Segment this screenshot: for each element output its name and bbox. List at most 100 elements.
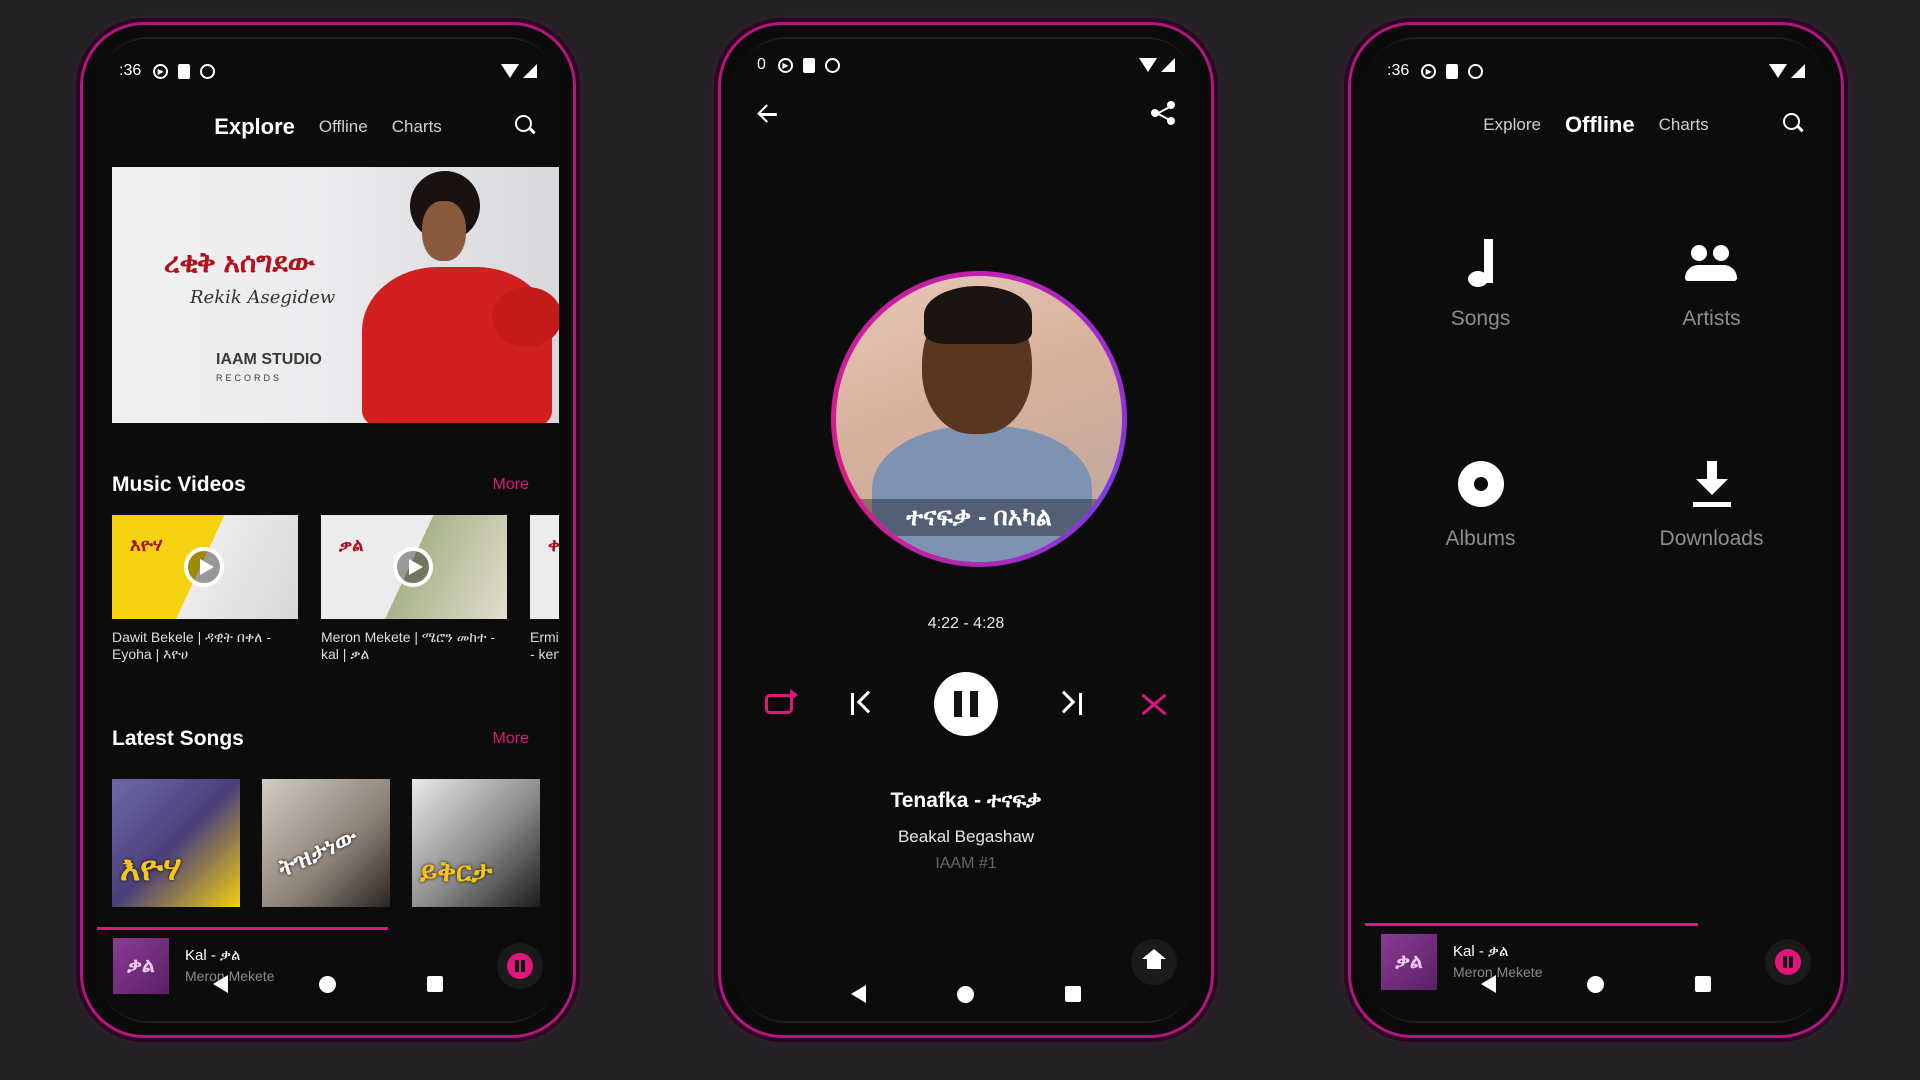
sd-card-icon: [178, 63, 191, 79]
music-videos-list: እዮሃ Dawit Bekele | ዳዊት በቀለ - Eyoha | እዮሀ…: [112, 515, 559, 665]
video-caption: Dawit Bekele | ዳዊት በቀለ - Eyoha | እዮሀ: [112, 629, 272, 662]
latest-songs-header: Latest Songs More: [112, 727, 529, 751]
album-artwork: ተናፍቃ - በአካል: [831, 271, 1127, 567]
back-nav-icon[interactable]: [850, 985, 866, 1003]
sd-card-icon: [802, 57, 815, 73]
song-card[interactable]: ትዝታነው: [262, 779, 390, 907]
shuffle-icon[interactable]: [1139, 691, 1167, 717]
song-card[interactable]: እዮሃ: [112, 779, 240, 907]
mini-player-progress: [97, 927, 389, 930]
song-cover-text: ትዝታነው: [274, 822, 362, 883]
home-nav-icon[interactable]: [956, 985, 974, 1003]
tab-offline[interactable]: Offline: [1565, 112, 1635, 138]
sync-status-icon: [200, 63, 216, 79]
recents-nav-icon[interactable]: [427, 976, 444, 992]
tile-label: Downloads: [1659, 527, 1764, 550]
track-album: IAAM #1: [935, 855, 997, 872]
system-nav-bar: [1365, 969, 1827, 999]
video-card[interactable]: እዮሃ Dawit Bekele | ዳዊት በቀለ - Eyoha | እዮሀ: [112, 515, 298, 665]
status-time: 0: [757, 56, 766, 73]
track-artist: Beakal Begashaw: [897, 827, 1035, 846]
back-arrow-icon[interactable]: [757, 103, 779, 125]
phone-player: 0 ▶ ተናፍቃ - በአካል 4:22 - 4:28 Tenafka - ተና…: [718, 22, 1214, 1038]
recents-nav-icon[interactable]: [1695, 976, 1712, 992]
tile-label: Albums: [1445, 527, 1516, 550]
thumbnail-text: ቃል: [339, 535, 364, 555]
tab-charts[interactable]: Charts: [392, 117, 442, 137]
video-card[interactable]: ቀና Ermia - kena: [530, 515, 559, 665]
signal-icon: [1791, 64, 1805, 78]
play-status-icon: ▶: [777, 57, 793, 73]
play-status-icon: ▶: [153, 63, 169, 79]
play-icon[interactable]: [393, 547, 433, 587]
track-title: Tenafka - ተናፍቃ: [890, 789, 1042, 812]
albums-tile[interactable]: Albums: [1365, 459, 1596, 551]
video-thumbnail: ቀና: [530, 515, 559, 619]
section-title: Latest Songs: [112, 727, 244, 750]
featured-banner[interactable]: ረቂቅ አሰግደው Rekik Asegidew IAAM STUDIO REC…: [112, 167, 559, 423]
section-title: Music Videos: [112, 473, 246, 496]
status-bar: :36 ▶: [1365, 59, 1827, 83]
tab-offline[interactable]: Offline: [319, 117, 368, 137]
tile-label: Songs: [1450, 307, 1511, 330]
banner-artist-photo: [342, 167, 559, 423]
signal-icon: [1161, 58, 1175, 72]
video-thumbnail: እዮሃ: [112, 515, 298, 619]
phone-explore: :36 ▶ Explore Offline Charts ረቂቅ አሰግደው R…: [80, 22, 576, 1038]
video-card[interactable]: ቃል Meron Mekete | ሜሮን መከተ - kal | ቃል: [321, 515, 507, 665]
download-icon: [1685, 459, 1739, 511]
wifi-icon: [1769, 64, 1787, 78]
tab-charts[interactable]: Charts: [1659, 115, 1709, 135]
player-screen: 0 ▶ ተናፍቃ - በአካል 4:22 - 4:28 Tenafka - ተና…: [735, 39, 1197, 1021]
tile-label: Artists: [1682, 307, 1741, 330]
sync-status-icon: [824, 57, 840, 73]
signal-icon: [523, 64, 537, 78]
banner-title-latin: Rekik Asegidew: [190, 287, 336, 308]
home-nav-icon[interactable]: [318, 975, 336, 993]
playback-controls: [765, 669, 1167, 739]
video-thumbnail: ቃል: [321, 515, 507, 619]
share-icon[interactable]: [1151, 101, 1175, 125]
play-icon[interactable]: [184, 547, 224, 587]
video-caption: Meron Mekete | ሜሮን መከተ - kal | ቃል: [321, 629, 495, 662]
phone-offline: :36 ▶ Explore Offline Charts Songs Artis…: [1348, 22, 1844, 1038]
pause-button[interactable]: [934, 672, 998, 736]
play-status-icon: ▶: [1421, 63, 1437, 79]
logo-text: IAAM STUDIO: [216, 351, 322, 368]
wifi-icon: [501, 64, 519, 78]
recents-nav-icon[interactable]: [1065, 986, 1082, 1002]
songs-tile[interactable]: Songs: [1365, 239, 1596, 331]
search-icon[interactable]: [515, 115, 537, 137]
downloads-tile[interactable]: Downloads: [1596, 459, 1827, 551]
studio-logo: IAAM STUDIO RECORDS: [216, 351, 322, 385]
tab-explore[interactable]: Explore: [214, 114, 295, 140]
album-disc-icon: [1454, 459, 1508, 511]
status-time: :36: [1387, 62, 1410, 79]
status-bar: :36 ▶: [97, 59, 559, 83]
home-nav-icon[interactable]: [1586, 975, 1604, 993]
music-videos-more-link[interactable]: More: [493, 476, 529, 494]
music-note-icon: [1454, 239, 1508, 291]
offline-screen: :36 ▶ Explore Offline Charts Songs Artis…: [1365, 39, 1827, 1021]
offline-categories: Songs Artists Albums Downloads: [1365, 239, 1827, 551]
mini-player-title: Kal - ቃል: [185, 947, 241, 964]
skip-next-icon[interactable]: [1052, 690, 1082, 717]
song-cover-text: ይቅርታ: [420, 856, 493, 887]
back-nav-icon[interactable]: [212, 975, 228, 993]
music-videos-header: Music Videos More: [112, 473, 529, 497]
sd-card-icon: [1446, 63, 1459, 79]
artists-tile[interactable]: Artists: [1596, 239, 1827, 331]
status-time: :36: [119, 62, 142, 79]
tab-explore[interactable]: Explore: [1483, 115, 1541, 135]
skip-previous-icon[interactable]: [850, 690, 879, 717]
latest-songs-more-link[interactable]: More: [493, 730, 529, 748]
search-icon[interactable]: [1783, 113, 1805, 135]
latest-songs-list: እዮሃ ትዝታነው ይቅርታ: [112, 779, 540, 907]
song-card[interactable]: ይቅርታ: [412, 779, 540, 907]
video-caption: Ermia - kena: [530, 629, 559, 662]
thumbnail-text: ቀና: [548, 535, 559, 555]
repeat-icon[interactable]: [765, 689, 798, 714]
top-tabs: Explore Offline Charts: [97, 107, 559, 147]
back-nav-icon[interactable]: [1480, 975, 1496, 993]
artwork-caption: ተናፍቃ - በአካል: [836, 499, 1122, 536]
